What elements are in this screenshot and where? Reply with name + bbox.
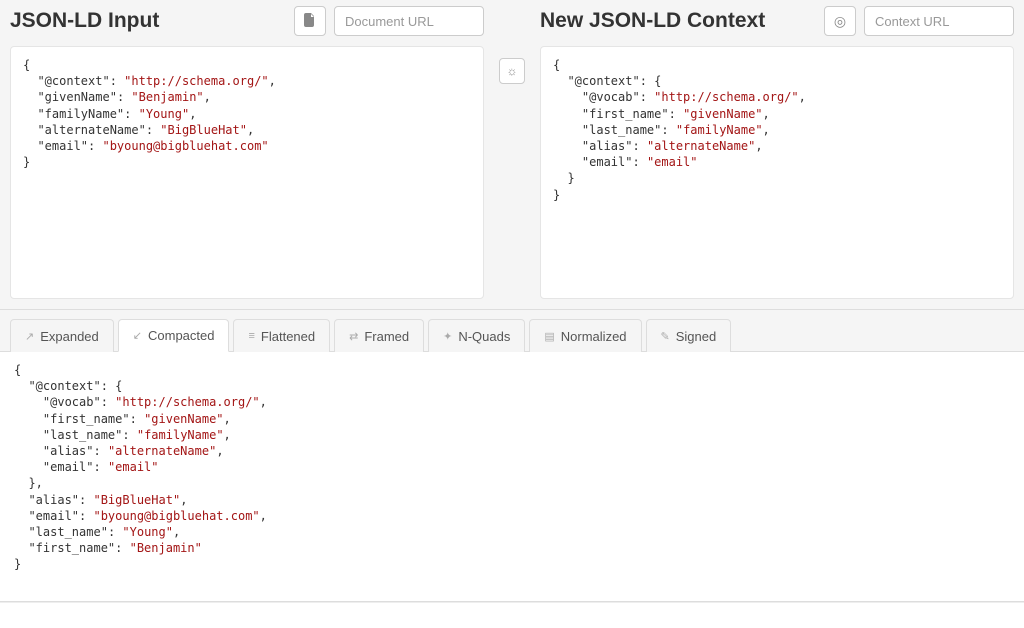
tab-label: Normalized	[561, 329, 627, 344]
tab-label: N-Quads	[458, 329, 510, 344]
tab-framed[interactable]: ⇄ Framed	[334, 319, 424, 352]
input-panel-title: JSON-LD Input	[10, 9, 286, 33]
tab-icon: ↗	[25, 330, 34, 343]
footer-bar	[0, 602, 1024, 622]
context-panel-title: New JSON-LD Context	[540, 9, 816, 33]
context-url-input[interactable]	[864, 6, 1014, 36]
document-icon	[304, 13, 316, 30]
output-tabs: ↗ Expanded ↙ Compacted ≡ Flattened ⇄ Framed ✦ N-Q…	[0, 310, 1024, 352]
target-icon: ◎	[834, 13, 846, 30]
context-panel: New JSON-LD Context ◎ { "@context": { "@…	[530, 0, 1024, 309]
tab-icon: ⇄	[349, 330, 358, 343]
input-code-editor[interactable]: { "@context": "http://schema.org/", "giv…	[10, 46, 484, 299]
panel-divider: ☼	[494, 0, 530, 309]
tab-label: Signed	[676, 329, 716, 344]
tab-normalized[interactable]: ▤ Normalized	[529, 319, 641, 352]
document-icon-button[interactable]	[294, 6, 326, 36]
tab-flattened[interactable]: ≡ Flattened	[233, 319, 330, 352]
tab-expanded[interactable]: ↗ Expanded	[10, 319, 114, 352]
tab-icon: ↙	[133, 329, 142, 342]
context-panel-header: New JSON-LD Context ◎	[530, 0, 1024, 42]
tab-signed[interactable]: ✎ Signed	[646, 319, 732, 352]
tab-label: Expanded	[40, 329, 99, 344]
document-url-input[interactable]	[334, 6, 484, 36]
tab-icon: ≡	[248, 330, 254, 342]
input-panel: JSON-LD Input { "@context": "http://sche…	[0, 0, 494, 309]
output-code-area[interactable]: { "@context": { "@vocab": "http://schema…	[0, 352, 1024, 602]
swap-button[interactable]: ☼	[499, 58, 525, 84]
tab-label: Flattened	[261, 329, 315, 344]
tab-label: Framed	[364, 329, 409, 344]
context-code-editor[interactable]: { "@context": { "@vocab": "http://schema…	[540, 46, 1014, 299]
input-panel-header: JSON-LD Input	[0, 0, 494, 42]
tab-icon: ✦	[443, 330, 452, 343]
tab-label: Compacted	[148, 328, 214, 343]
tab-n-quads[interactable]: ✦ N-Quads	[428, 319, 525, 352]
tab-compacted[interactable]: ↙ Compacted	[118, 319, 230, 352]
tab-icon: ✎	[661, 330, 670, 343]
sun-icon: ☼	[507, 64, 518, 78]
tab-icon: ▤	[544, 330, 554, 343]
context-icon-button[interactable]: ◎	[824, 6, 856, 36]
